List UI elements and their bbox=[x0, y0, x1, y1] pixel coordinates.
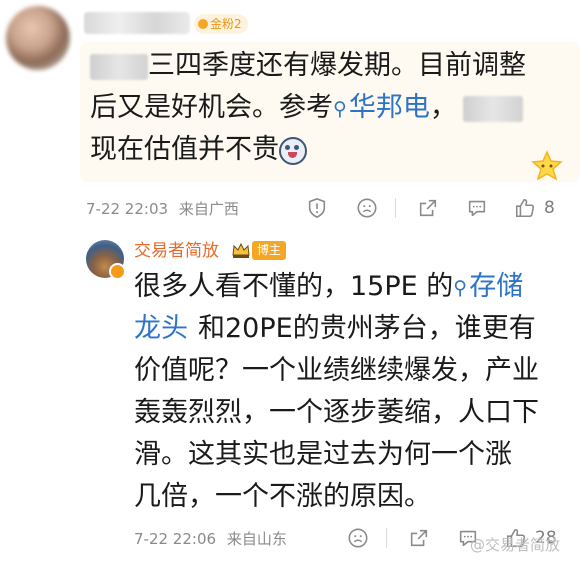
divider bbox=[386, 528, 387, 548]
share-icon bbox=[419, 199, 437, 217]
like-count: 8 bbox=[544, 198, 555, 218]
reply-text-line-3: 价值呢？一个业绩继续爆发，产业 bbox=[134, 355, 539, 386]
reply-button[interactable] bbox=[465, 196, 489, 220]
thumbs-up-icon bbox=[515, 198, 535, 218]
report-button[interactable] bbox=[305, 196, 329, 220]
star-sticker-icon bbox=[531, 150, 563, 181]
fan-badge: 金粉2 bbox=[194, 14, 248, 34]
author-badge: 博主 bbox=[252, 241, 287, 260]
commenter-avatar[interactable] bbox=[6, 6, 70, 70]
fan-badge-icon bbox=[198, 19, 208, 29]
fan-badge-label: 金粉2 bbox=[210, 17, 242, 31]
weibo-watermark: @交易者简放 bbox=[470, 536, 561, 554]
reply-time: 7-22 22:06 bbox=[134, 530, 217, 548]
share-button[interactable] bbox=[407, 526, 431, 550]
dislike-button[interactable] bbox=[355, 196, 379, 220]
share-icon bbox=[410, 529, 428, 547]
comment-text-line-2: 后又是好机会。参考⚲华邦电， bbox=[90, 87, 523, 130]
redacted-text bbox=[462, 95, 523, 122]
search-icon: ⚲ bbox=[333, 97, 347, 120]
comment-location: 来自广西 bbox=[178, 200, 239, 218]
like-button[interactable]: 8 bbox=[514, 196, 555, 220]
commenter-name-redacted[interactable] bbox=[84, 12, 190, 34]
crown-icon bbox=[232, 242, 250, 258]
reply-text-line-2: 龙头 和20PE的贵州茅台，谁更有 bbox=[134, 313, 536, 344]
reply-author-name[interactable]: 交易者简放 bbox=[134, 240, 219, 262]
comment-text-line-3: 现在估值并不贵 bbox=[90, 129, 307, 171]
search-icon: ⚲ bbox=[453, 276, 468, 299]
reply-text-line-1: 很多人看不懂的，15PE 的⚲存储 bbox=[134, 266, 523, 309]
topic-link-part-1[interactable]: 存储 bbox=[469, 271, 523, 302]
comment-meta: 7-22 22:03 来自广西 bbox=[86, 198, 239, 219]
reply-meta: 7-22 22:06 来自山东 bbox=[134, 528, 287, 549]
reply-location: 来自山东 bbox=[226, 530, 287, 548]
topic-link[interactable]: 华邦电 bbox=[349, 92, 430, 123]
frown-face-icon bbox=[348, 528, 368, 548]
dislike-button[interactable] bbox=[346, 526, 370, 550]
redacted-text bbox=[90, 53, 148, 80]
topic-link-part-2[interactable]: 龙头 bbox=[134, 313, 188, 344]
divider bbox=[395, 198, 396, 218]
report-icon bbox=[308, 198, 326, 219]
reply-author-avatar[interactable] bbox=[86, 240, 126, 280]
share-button[interactable] bbox=[416, 196, 440, 220]
comment-text-line-1: 三四季度还有爆发期。目前调整 bbox=[90, 45, 526, 87]
reply-text-line-4: 轰轰烈烈，一个逐步萎缩，人口下 bbox=[134, 397, 539, 428]
comment-icon bbox=[468, 200, 486, 217]
shocked-face-emoji-icon bbox=[279, 136, 307, 165]
reply-text-line-5: 滑。这其实也是过去为何一个涨 bbox=[134, 439, 512, 470]
frown-face-icon bbox=[357, 198, 377, 218]
comment-time: 7-22 22:03 bbox=[86, 200, 169, 218]
reply-text-line-6: 几倍，一个不涨的原因。 bbox=[134, 481, 431, 512]
